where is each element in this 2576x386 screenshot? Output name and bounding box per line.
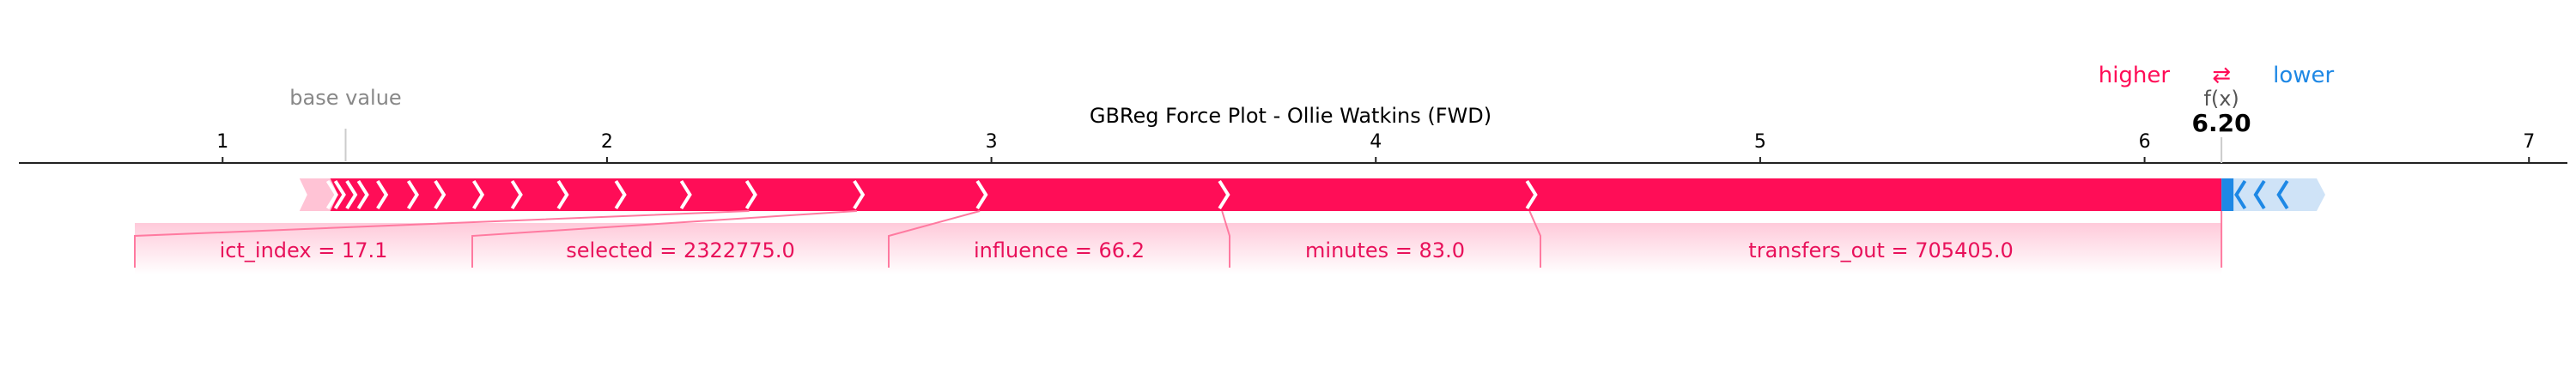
- tick-label: 6: [2139, 131, 2151, 153]
- force-plot: 1 2 3 4 5 6 7 ict_index = 17.1 selected = 23227…: [19, 63, 2567, 274]
- tick-label: 2: [601, 131, 613, 153]
- lower-label: lower: [2273, 63, 2334, 88]
- tick-label: 1: [216, 131, 228, 153]
- fx-label: f(x): [2203, 87, 2239, 111]
- base-value-label: base value: [289, 86, 401, 110]
- higher-label: higher: [2099, 63, 2171, 88]
- feature-label: ict_index = 17.1: [220, 238, 388, 262]
- force-bar-negative: [2221, 178, 2234, 211]
- tick-label: 7: [2523, 131, 2535, 153]
- feature-label: minutes = 83.0: [1305, 238, 1465, 262]
- force-bar-positive: [330, 178, 2222, 211]
- tick-label: 4: [1370, 131, 1382, 153]
- tick-label: 5: [1754, 131, 1766, 153]
- chart-title: GBReg Force Plot - Ollie Watkins (FWD): [1090, 104, 1492, 128]
- force-bars: [299, 178, 2325, 211]
- feature-label: transfers_out = 705405.0: [1748, 238, 2013, 262]
- tick-label: 3: [986, 131, 998, 153]
- feature-label: influence = 66.2: [974, 238, 1145, 262]
- axis-ticks: 1 2 3 4 5 6 7: [216, 131, 2535, 163]
- feature-label: selected = 2322775.0: [566, 238, 794, 262]
- fx-value: 6.20: [2192, 109, 2251, 137]
- swap-arrows-icon: ⇄: [2212, 63, 2231, 88]
